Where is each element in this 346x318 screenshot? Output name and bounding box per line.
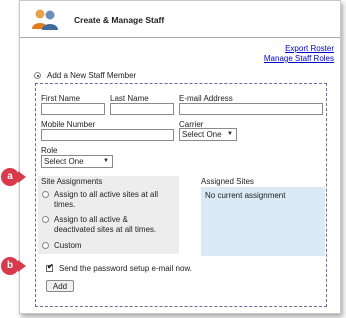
site-option-label: Assign to all active & [54, 215, 128, 224]
site-option-all-active[interactable]: Assign to all active sites at all times. [42, 190, 158, 210]
staff-panel: Create & Manage Staff Export Roster Mana… [19, 0, 341, 314]
role-select-value: Select One [44, 157, 84, 166]
assigned-sites-list: No current assignment [201, 187, 325, 256]
assigned-sites-title: Assigned Sites [201, 177, 254, 186]
first-name-field[interactable] [41, 103, 105, 115]
email-field[interactable] [179, 103, 323, 115]
panel-header: Create & Manage Staff [20, 1, 340, 37]
site-option-custom[interactable]: Custom [42, 241, 82, 251]
site-assignments-title: Site Assignments [41, 177, 103, 186]
role-label: Role [41, 146, 58, 155]
chevron-down-icon: ▼ [103, 158, 109, 164]
add-new-radio-button[interactable] [34, 72, 41, 79]
last-name-field[interactable] [110, 103, 174, 115]
send-email-checkbox[interactable]: ✔ [46, 262, 54, 272]
page-title: Create & Manage Staff [74, 15, 165, 25]
callout-a-arrow [18, 171, 26, 183]
send-email-option[interactable]: ✔ Send the password setup e-mail now. [46, 262, 192, 273]
callout-b-badge: b [1, 257, 19, 275]
site-option-active-deactivated[interactable]: Assign to all active & deactivated sites… [42, 215, 156, 235]
callout-a-badge: a [1, 168, 19, 186]
header-divider [20, 37, 340, 38]
manage-staff-roles-link[interactable]: Manage Staff Roles [264, 54, 334, 63]
add-new-staff-label: Add a New Staff Member [47, 71, 137, 80]
site-option-radio[interactable] [42, 242, 49, 249]
mobile-number-field[interactable] [41, 129, 174, 141]
site-option-label: Assign to all active sites at all [54, 190, 159, 199]
site-option-label: deactivated sites at all times. [54, 225, 157, 234]
carrier-select[interactable]: Select One ▼ [179, 128, 237, 141]
mobile-number-label: Mobile Number [41, 120, 96, 129]
email-label: E-mail Address [179, 94, 233, 103]
assigned-sites-empty-text: No current assignment [205, 191, 286, 200]
send-email-label: Send the password setup e-mail now. [59, 264, 192, 273]
site-option-radio[interactable] [42, 216, 49, 223]
add-button[interactable]: Add [46, 280, 74, 292]
site-option-radio[interactable] [42, 191, 49, 198]
carrier-select-value: Select One [182, 130, 222, 139]
export-roster-link[interactable]: Export Roster [285, 44, 334, 53]
new-staff-form: First Name Last Name E-mail Address Mobi… [35, 83, 327, 307]
add-new-staff-radio[interactable]: Add a New Staff Member [34, 71, 136, 80]
role-select[interactable]: Select One ▼ [41, 155, 113, 168]
callout-b-arrow [18, 260, 26, 272]
first-name-label: First Name [41, 94, 81, 103]
last-name-label: Last Name [110, 94, 149, 103]
chevron-down-icon: ▼ [227, 131, 233, 137]
site-option-label: Custom [54, 241, 82, 250]
staff-users-icon [32, 9, 58, 30]
site-option-label: times. [54, 200, 76, 209]
checkmark-icon: ✔ [47, 262, 54, 271]
